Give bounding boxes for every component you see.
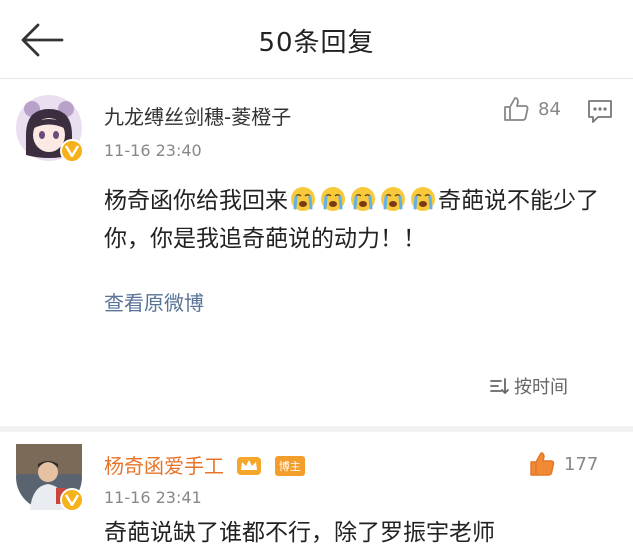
crying-emoji-icon [381, 187, 405, 211]
thumbs-up-filled-icon [530, 452, 555, 476]
comment-text: 杨奇函你给我回来 奇葩说不能少了你，你是我追奇葩说的动力！！ [104, 182, 609, 258]
like-count: 84 [538, 98, 561, 120]
sort-icon [490, 378, 509, 394]
comment-text: 奇葩说缺了谁都不行，除了罗振宇老师 [104, 520, 495, 546]
like-button[interactable]: 177 [528, 450, 598, 478]
crying-emoji-icon [321, 187, 345, 211]
vip-crown-icon [236, 455, 262, 482]
comment-item: 杨奇函爱手工 博主 11-16 23:41 177 奇葩说缺了谁都不行，除了罗振… [0, 432, 633, 558]
view-original-link[interactable]: 查看原微博 [104, 287, 204, 316]
timestamp: 11-16 23:40 [104, 141, 202, 160]
comment-item: 九龙缚丝剑穗-菱橙子 11-16 23:40 84 杨奇函你给我回来 奇葩说不能少… [0, 79, 633, 426]
emoji-row [288, 187, 438, 214]
username[interactable]: 九龙缚丝剑穗-菱橙子 [104, 101, 291, 130]
like-button[interactable]: 84 [502, 95, 561, 123]
username[interactable]: 杨奇函爱手工 [104, 454, 224, 478]
crying-emoji-icon [291, 187, 315, 211]
avatar[interactable] [16, 95, 84, 163]
v-badge-icon [60, 139, 84, 163]
sort-by-time-button[interactable]: 按时间 [488, 373, 568, 399]
timestamp: 11-16 23:41 [104, 488, 202, 507]
v-badge-icon [60, 488, 84, 512]
comment-text-part: 杨奇函你给我回来 [104, 188, 288, 214]
username-row: 杨奇函爱手工 博主 [104, 450, 305, 482]
crying-emoji-icon [351, 187, 375, 211]
sort-label: 按时间 [514, 377, 568, 398]
page-title: 50条回复 [258, 28, 375, 58]
thumbs-up-icon [504, 97, 529, 121]
comment-bubble-icon [588, 100, 612, 123]
reply-button[interactable] [586, 97, 614, 125]
like-count: 177 [564, 453, 599, 475]
crying-emoji-icon [411, 187, 435, 211]
blogger-badge: 博主 [274, 456, 305, 476]
top-bar: 50条回复 [0, 0, 633, 78]
avatar[interactable] [16, 444, 84, 512]
